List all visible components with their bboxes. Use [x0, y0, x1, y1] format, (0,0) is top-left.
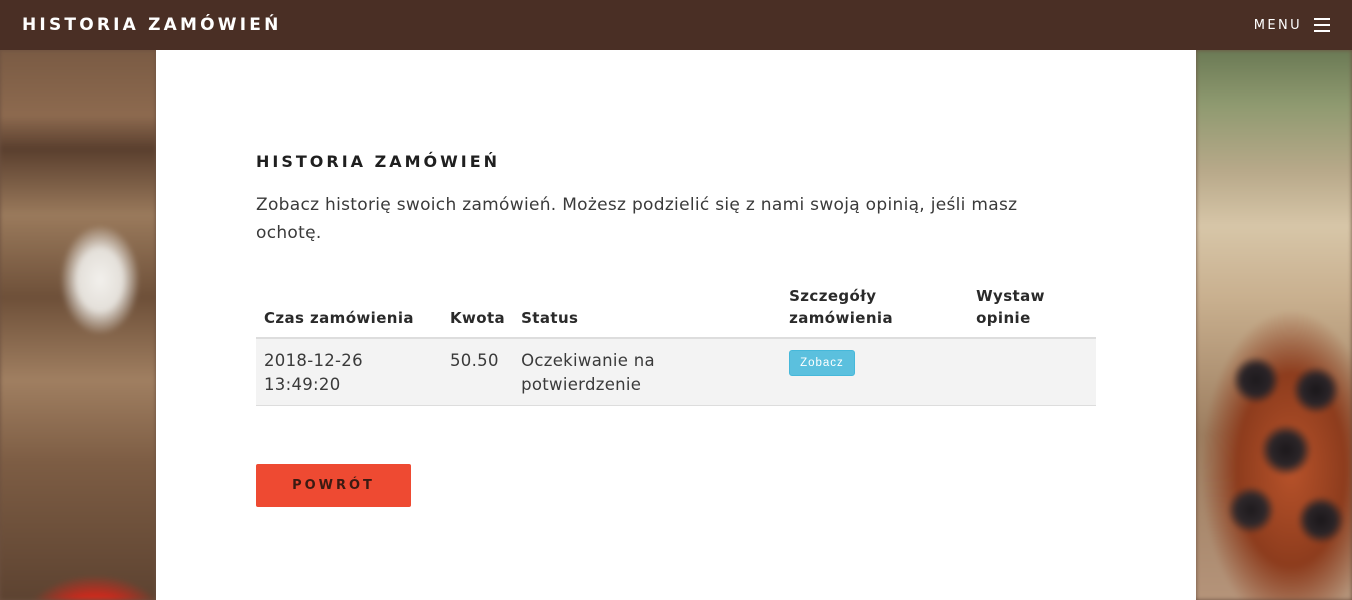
- page-title: HISTORIA ZAMÓWIEŃ: [256, 152, 501, 171]
- content-area: HISTORIA ZAMÓWIEŃ Zobacz historię swoich…: [256, 152, 1096, 406]
- header-review: Wystaw opinie: [968, 285, 1096, 339]
- brand-title[interactable]: HISTORIA ZAMÓWIEŃ: [22, 15, 282, 35]
- header-order-time: Czas zamówienia: [256, 285, 442, 339]
- cell-order-time: 2018-12-26 13:49:20: [256, 338, 442, 406]
- cell-review: [968, 338, 1096, 406]
- intro-text: Zobacz historię swoich zamówień. Możesz …: [256, 195, 1018, 243]
- main-panel: HISTORIA ZAMÓWIEŃ Zobacz historię swoich…: [156, 50, 1196, 600]
- view-order-button[interactable]: Zobacz: [789, 350, 855, 376]
- back-button[interactable]: POWRÓT: [256, 464, 411, 507]
- menu-label: MENU: [1253, 17, 1302, 33]
- header-details: Szczegóły zamówienia: [781, 285, 969, 339]
- cell-details: Zobacz: [781, 338, 969, 406]
- table-row: 2018-12-26 13:49:20 50.50 Oczekiwanie na…: [256, 338, 1096, 406]
- background-image-left: [0, 50, 156, 600]
- header-amount: Kwota: [442, 285, 514, 339]
- hamburger-icon: [1314, 18, 1330, 32]
- header-status: Status: [513, 285, 782, 339]
- background-image-right: [1196, 50, 1352, 600]
- top-navbar: HISTORIA ZAMÓWIEŃ MENU: [0, 0, 1352, 50]
- cell-amount: 50.50: [442, 338, 514, 406]
- cell-status: Oczekiwanie na potwierdzenie: [513, 338, 782, 406]
- table-header-row: Czas zamówienia Kwota Status Szczegóły z…: [256, 285, 1096, 339]
- menu-toggle-button[interactable]: MENU: [1254, 18, 1330, 33]
- orders-table: Czas zamówienia Kwota Status Szczegóły z…: [256, 285, 1096, 406]
